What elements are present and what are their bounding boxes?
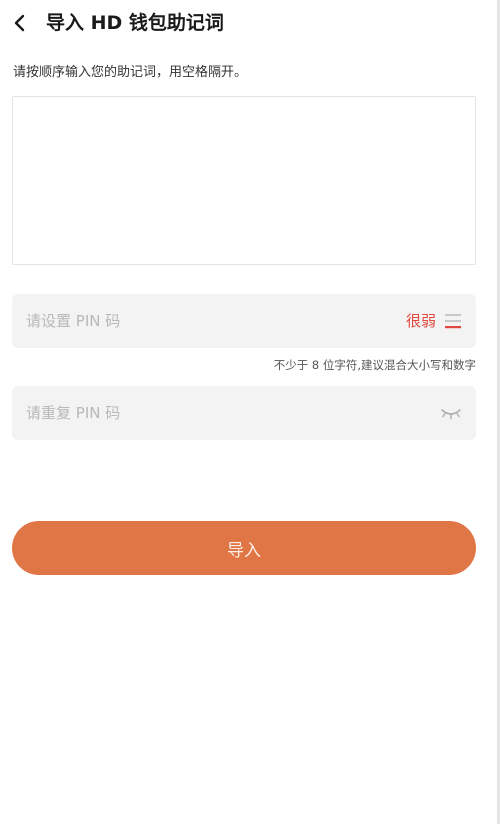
pin-input[interactable] [12,294,372,348]
pin-strength-label: 很弱 [405,312,436,330]
pin-field: 很弱 [12,294,476,348]
header: 导入 HD 钱包助记词 [0,0,500,48]
pin-confirm-input[interactable] [12,386,372,440]
page-title: 导入 HD 钱包助记词 [46,12,224,34]
back-button[interactable] [6,8,36,38]
import-button[interactable]: 导入 [12,521,476,575]
pin-confirm-field [12,386,476,440]
eye-closed-icon[interactable] [440,405,462,421]
mnemonic-instruction: 请按顺序输入您的助记词，用空格隔开。 [13,65,248,80]
back-chevron-icon [14,14,25,32]
mnemonic-input[interactable] [12,96,476,265]
pin-hint: 不少于 8 位字符,建议混合大小写和数字 [273,358,476,372]
strength-bars-icon [445,314,461,329]
